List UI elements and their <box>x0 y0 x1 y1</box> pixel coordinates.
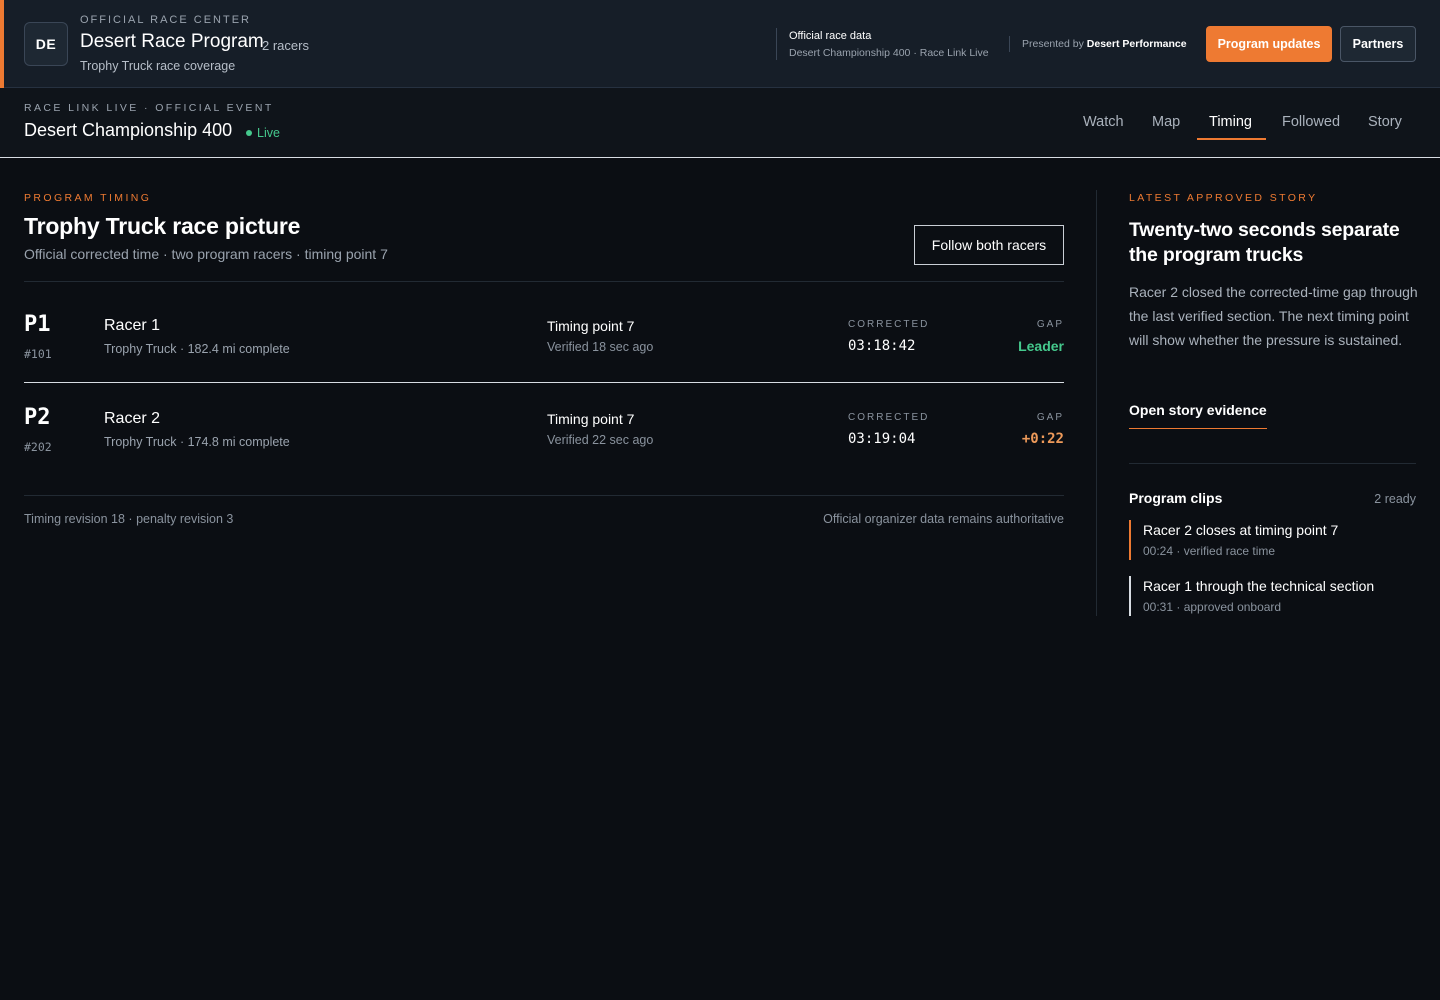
column-divider <box>1096 190 1097 616</box>
follow-both-button[interactable]: Follow both racers <box>914 225 1064 265</box>
corrected-time: 03:19:04 <box>848 431 916 447</box>
program-updates-button[interactable]: Program updates <box>1206 26 1332 62</box>
racer-number: #202 <box>24 440 52 454</box>
program-title: Desert Race Program <box>80 31 264 52</box>
program-subtitle: Trophy Truck race coverage <box>80 59 236 73</box>
divider <box>1129 463 1416 464</box>
gap-label: GAP <box>1036 319 1064 330</box>
gap-value: Leader <box>1018 338 1064 354</box>
tab-timing[interactable]: Timing <box>1209 112 1252 132</box>
row-divider <box>24 382 1064 383</box>
racer-meta: Trophy Truck · 182.4 mi complete <box>104 342 290 356</box>
verified-time: Verified 18 sec ago <box>547 340 654 354</box>
authority-note: Official organizer data remains authorit… <box>823 512 1064 526</box>
story-eyebrow: LATEST APPROVED STORY <box>1129 192 1318 204</box>
revision-info: Timing revision 18 · penalty revision 3 <box>24 512 234 526</box>
divider <box>24 281 1064 282</box>
official-data-title: Official race data <box>789 30 872 42</box>
racer-meta: Trophy Truck · 174.8 mi complete <box>104 435 290 449</box>
tab-watch[interactable]: Watch <box>1083 112 1124 132</box>
clips-count: 2 ready <box>1374 492 1416 506</box>
official-data-source: Desert Championship 400 · Race Link Live <box>789 47 989 59</box>
tab-map[interactable]: Map <box>1152 112 1180 132</box>
program-eyebrow: OFFICIAL RACE CENTER <box>80 14 251 26</box>
gap-label: GAP <box>1036 412 1064 423</box>
corrected-label: CORRECTED <box>848 412 930 423</box>
tab-story[interactable]: Story <box>1368 112 1402 132</box>
racer-position: P1 <box>24 312 51 337</box>
clips-title: Program clips <box>1129 490 1223 506</box>
timing-point: Timing point 7 <box>547 318 635 334</box>
partners-button[interactable]: Partners <box>1340 26 1416 62</box>
presented-prefix: Presented by <box>1022 38 1084 50</box>
corrected-label: CORRECTED <box>848 319 930 330</box>
program-badge: DE <box>24 22 68 66</box>
event-bar: RACE LINK LIVE · OFFICIAL EVENT Desert C… <box>0 88 1440 158</box>
active-tab-indicator <box>1197 138 1266 140</box>
open-story-evidence-link[interactable]: Open story evidence <box>1129 402 1267 429</box>
timing-eyebrow: PROGRAM TIMING <box>24 192 152 204</box>
gap-value: +0:22 <box>1021 431 1064 447</box>
program-header: DE OFFICIAL RACE CENTER Desert Race Prog… <box>0 0 1440 88</box>
timing-point: Timing point 7 <box>547 411 635 427</box>
clip-title: Racer 1 through the technical section <box>1143 578 1375 594</box>
divider <box>24 495 1064 496</box>
clip-title: Racer 2 closes at timing point 7 <box>1143 522 1339 538</box>
racer-number: #101 <box>24 347 52 361</box>
clip-item[interactable]: Racer 2 closes at timing point 7 00:24 ·… <box>1129 520 1416 560</box>
racer-count: 2 racers <box>262 38 309 53</box>
racer-name: Racer 1 <box>104 317 161 334</box>
official-data-block: Official race data Desert Championship 4… <box>776 28 989 60</box>
timing-title: Trophy Truck race picture <box>24 213 301 239</box>
clip-item[interactable]: Racer 1 through the technical section 00… <box>1129 576 1416 616</box>
timing-subtitle: Official corrected time · two program ra… <box>24 246 388 262</box>
sponsor-name: Desert Performance <box>1086 38 1187 50</box>
accent-bar <box>0 0 4 88</box>
corrected-time: 03:18:42 <box>848 338 916 354</box>
story-body: Racer 2 closed the corrected-time gap th… <box>1129 284 1418 348</box>
story-title: Twenty-two seconds separate the program … <box>1129 219 1400 266</box>
clip-meta: 00:31 · approved onboard <box>1143 600 1282 614</box>
presented-by: Presented by Desert Performance <box>1009 36 1187 52</box>
verified-time: Verified 22 sec ago <box>547 433 654 447</box>
racer-position: P2 <box>24 405 51 430</box>
racer-name: Racer 2 <box>104 410 161 427</box>
tab-followed[interactable]: Followed <box>1282 112 1340 132</box>
clip-meta: 00:24 · verified race time <box>1143 544 1276 558</box>
